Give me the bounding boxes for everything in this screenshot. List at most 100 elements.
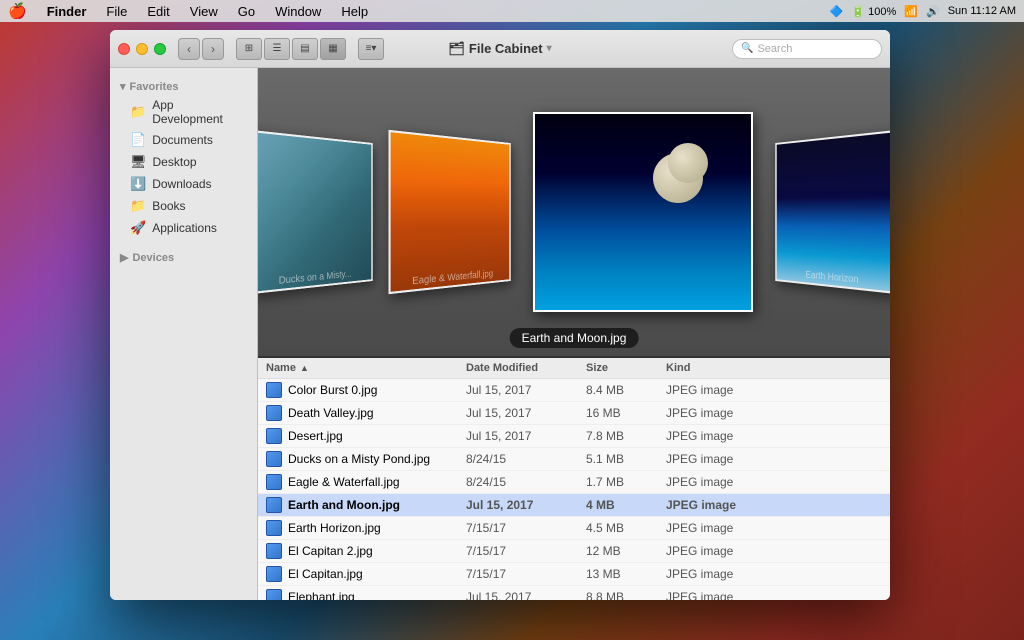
column-name-header[interactable]: Name ▲ bbox=[266, 362, 466, 374]
sidebar-devices-header: ▶ Devices bbox=[110, 247, 257, 266]
menu-finder[interactable]: Finder bbox=[43, 4, 91, 19]
menu-view[interactable]: View bbox=[186, 4, 222, 19]
search-box[interactable]: 🔍 Search bbox=[732, 39, 882, 59]
file-kind: JPEG image bbox=[666, 590, 882, 600]
menu-edit[interactable]: Edit bbox=[143, 4, 173, 19]
menu-file[interactable]: File bbox=[102, 4, 131, 19]
sidebar-item-label: Applications bbox=[152, 221, 217, 235]
file-date: 8/24/15 bbox=[466, 452, 586, 466]
coverflow[interactable]: ...jpg Desert.jpg Ducks on a Misty... bbox=[258, 68, 890, 358]
file-name: El Capitan.jpg bbox=[288, 567, 363, 581]
file-kind: JPEG image bbox=[666, 383, 882, 397]
maximize-button[interactable] bbox=[154, 43, 166, 55]
close-button[interactable] bbox=[118, 43, 130, 55]
file-icon bbox=[266, 543, 282, 559]
column-kind-header[interactable]: Kind bbox=[666, 362, 882, 374]
table-row[interactable]: Color Burst 0.jpg Jul 15, 2017 8.4 MB JP… bbox=[258, 379, 890, 402]
chevron-down-icon: ▾ bbox=[120, 80, 126, 93]
view-coverflow-button[interactable]: ▦ bbox=[320, 38, 346, 60]
file-name: Elephant.jpg bbox=[288, 590, 355, 600]
sidebar-item-app-dev[interactable]: 📁 App Development bbox=[110, 95, 257, 129]
document-icon: 📄 bbox=[130, 132, 146, 148]
minimize-button[interactable] bbox=[136, 43, 148, 55]
menu-window[interactable]: Window bbox=[271, 4, 325, 19]
column-date-header[interactable]: Date Modified bbox=[466, 362, 586, 374]
file-size: 13 MB bbox=[586, 567, 666, 581]
downloads-icon: ⬇️ bbox=[130, 176, 146, 192]
table-row[interactable]: Elephant.jpg Jul 15, 2017 8.8 MB JPEG im… bbox=[258, 586, 890, 600]
file-list-header: Name ▲ Date Modified Size Kind bbox=[258, 358, 890, 379]
wifi-icon: 📶 bbox=[904, 5, 918, 18]
table-row[interactable]: Eagle & Waterfall.jpg 8/24/15 1.7 MB JPE… bbox=[258, 471, 890, 494]
table-row[interactable]: El Capitan.jpg 7/15/17 13 MB JPEG image bbox=[258, 563, 890, 586]
file-size: 16 MB bbox=[586, 406, 666, 420]
file-date: 8/24/15 bbox=[466, 475, 586, 489]
file-icon bbox=[266, 405, 282, 421]
view-column-button[interactable]: ▤ bbox=[292, 38, 318, 60]
coverflow-image bbox=[535, 114, 751, 310]
battery-status: 🔋 100% bbox=[851, 5, 896, 18]
table-row[interactable]: Death Valley.jpg Jul 15, 2017 16 MB JPEG… bbox=[258, 402, 890, 425]
file-rows-container: Color Burst 0.jpg Jul 15, 2017 8.4 MB JP… bbox=[258, 379, 890, 600]
file-name: Desert.jpg bbox=[288, 429, 343, 443]
sidebar-item-documents[interactable]: 📄 Documents bbox=[110, 129, 257, 151]
table-row[interactable]: Earth and Moon.jpg Jul 15, 2017 4 MB JPE… bbox=[258, 494, 890, 517]
file-date: Jul 15, 2017 bbox=[466, 429, 586, 443]
applications-icon: 🚀 bbox=[130, 220, 146, 236]
sort-arrow-icon: ▲ bbox=[300, 363, 309, 373]
forward-button[interactable]: › bbox=[202, 38, 224, 60]
coverflow-item[interactable]: Earth Horizon bbox=[775, 130, 890, 294]
chevron-right-icon: ▶ bbox=[120, 251, 128, 264]
apple-logo-icon[interactable]: 🍎 bbox=[8, 2, 27, 20]
coverflow-track: ...jpg Desert.jpg Ducks on a Misty... bbox=[258, 112, 890, 312]
stack-icon: 🗂 bbox=[448, 41, 465, 57]
books-icon: 📁 bbox=[130, 198, 146, 214]
file-kind: JPEG image bbox=[666, 567, 882, 581]
table-row[interactable]: El Capitan 2.jpg 7/15/17 12 MB JPEG imag… bbox=[258, 540, 890, 563]
file-kind: JPEG image bbox=[666, 521, 882, 535]
file-size: 8.4 MB bbox=[586, 383, 666, 397]
file-kind: JPEG image bbox=[666, 429, 882, 443]
sidebar-item-books[interactable]: 📁 Books bbox=[110, 195, 257, 217]
table-row[interactable]: Ducks on a Misty Pond.jpg 8/24/15 5.1 MB… bbox=[258, 448, 890, 471]
sidebar-item-applications[interactable]: 🚀 Applications bbox=[110, 217, 257, 239]
file-name: Death Valley.jpg bbox=[288, 406, 374, 420]
file-date: 7/15/17 bbox=[466, 544, 586, 558]
file-name: Color Burst 0.jpg bbox=[288, 383, 377, 397]
file-name: Earth Horizon.jpg bbox=[288, 521, 381, 535]
file-size: 7.8 MB bbox=[586, 429, 666, 443]
search-icon: 🔍 bbox=[741, 43, 753, 54]
menu-help[interactable]: Help bbox=[337, 4, 372, 19]
sidebar-item-label: App Development bbox=[152, 98, 247, 126]
nav-buttons: ‹ › bbox=[178, 38, 224, 60]
menu-go[interactable]: Go bbox=[234, 4, 259, 19]
file-list[interactable]: Name ▲ Date Modified Size Kind Color Bur… bbox=[258, 358, 890, 600]
coverflow-item[interactable]: Ducks on a Misty... bbox=[258, 130, 373, 294]
view-buttons: ⊞ ☰ ▤ ▦ bbox=[236, 38, 346, 60]
coverflow-item-center[interactable] bbox=[533, 112, 753, 312]
table-row[interactable]: Earth Horizon.jpg 7/15/17 4.5 MB JPEG im… bbox=[258, 517, 890, 540]
sidebar-item-downloads[interactable]: ⬇️ Downloads bbox=[110, 173, 257, 195]
volume-icon: 🔊 bbox=[926, 5, 940, 18]
file-icon bbox=[266, 451, 282, 467]
file-name: Earth and Moon.jpg bbox=[288, 498, 400, 512]
menubar-left: 🍎 Finder File Edit View Go Window Help bbox=[8, 2, 830, 20]
column-size-header[interactable]: Size bbox=[586, 362, 666, 374]
file-date: 7/15/17 bbox=[466, 567, 586, 581]
titlebar: ‹ › ⊞ ☰ ▤ ▦ ≡▾ 🗂 File Cabinet ▾ 🔍 Search bbox=[110, 30, 890, 68]
view-list-button[interactable]: ☰ bbox=[264, 38, 290, 60]
table-row[interactable]: Desert.jpg Jul 15, 2017 7.8 MB JPEG imag… bbox=[258, 425, 890, 448]
back-button[interactable]: ‹ bbox=[178, 38, 200, 60]
coverflow-item[interactable]: Eagle & Waterfall.jpg bbox=[389, 130, 511, 294]
file-size: 8.8 MB bbox=[586, 590, 666, 600]
finder-window: ‹ › ⊞ ☰ ▤ ▦ ≡▾ 🗂 File Cabinet ▾ 🔍 Search… bbox=[110, 30, 890, 600]
file-kind: JPEG image bbox=[666, 406, 882, 420]
arrange-button[interactable]: ≡▾ bbox=[358, 38, 384, 60]
view-icon-button[interactable]: ⊞ bbox=[236, 38, 262, 60]
file-name: Eagle & Waterfall.jpg bbox=[288, 475, 400, 489]
file-icon bbox=[266, 520, 282, 536]
file-size: 12 MB bbox=[586, 544, 666, 558]
sidebar-item-desktop[interactable]: 🖥 Desktop bbox=[110, 151, 257, 173]
sidebar-item-label: Books bbox=[152, 199, 185, 213]
sidebar-item-label: Documents bbox=[152, 133, 213, 147]
